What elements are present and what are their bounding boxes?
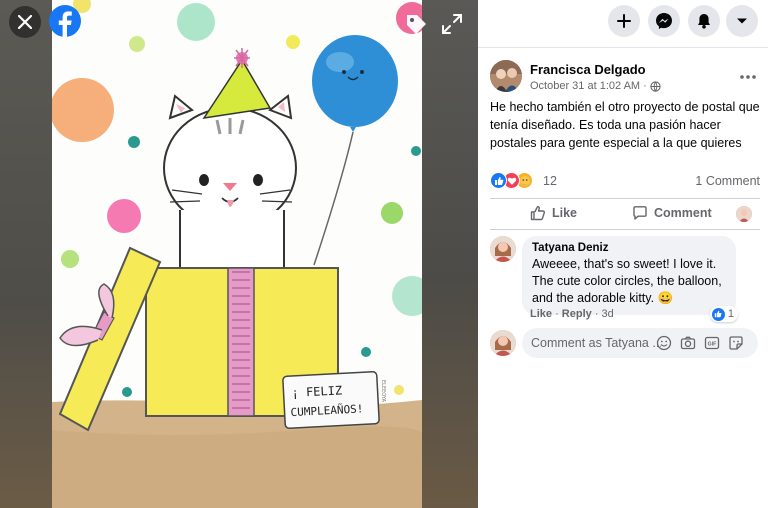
sticker-icon[interactable] (728, 335, 744, 351)
facebook-logo-icon (49, 5, 81, 37)
photo[interactable]: ¡ FELIZ CUMPLEAÑOS! ELEEOYA (52, 0, 422, 508)
messenger-button[interactable] (648, 5, 680, 37)
comment-button[interactable]: Comment (632, 205, 712, 221)
comment-reply-link[interactable]: Reply (562, 308, 592, 320)
comment-bubble: Tatyana Deniz Aweeee, that's so sweet! I… (522, 236, 738, 322)
comment-icon (633, 206, 647, 220)
comment-item: Tatyana Deniz Aweeee, that's so sweet! I… (490, 236, 760, 326)
post-actions: Like Comment (490, 198, 760, 230)
comment-input-box: GIF (522, 328, 758, 358)
artist-signature: ELEEOYA (380, 380, 386, 403)
tag-icon[interactable] (404, 12, 428, 36)
like-button[interactable]: Like (530, 205, 577, 221)
like-button-label: Like (552, 206, 578, 220)
viewer-avatar-small[interactable] (736, 206, 752, 222)
timestamp-text[interactable]: October 31 at 1:02 AM (530, 80, 640, 92)
notifications-button[interactable] (688, 5, 720, 37)
reaction-count[interactable]: 12 (543, 174, 557, 188)
reactions-summary[interactable] (490, 172, 538, 190)
post-header: Francisca Delgado October 31 at 1:02 AM … (490, 60, 760, 96)
globe-icon (650, 80, 661, 92)
postcard-illustration: ¡ FELIZ CUMPLEAÑOS! ELEEOYA (52, 0, 422, 508)
card-line1: ¡ FELIZ (291, 383, 342, 400)
caret-down-icon (737, 18, 747, 24)
commenter-avatar[interactable] (490, 236, 516, 262)
facebook-home-link[interactable] (48, 4, 82, 38)
composer-avatar[interactable] (490, 330, 516, 356)
like-reaction-icon (711, 307, 725, 321)
comment-reactions[interactable]: 1 (709, 306, 738, 322)
emoji-icon[interactable] (656, 335, 672, 351)
comment-text: Aweeee, that's so sweet! I love it. The … (532, 257, 722, 305)
more-icon (740, 75, 756, 79)
post-panel: Francisca Delgado October 31 at 1:02 AM … (478, 0, 768, 508)
comment-age[interactable]: 3d (602, 308, 614, 320)
comment-meta: Like · Reply · 3d (530, 308, 614, 320)
comment-input[interactable] (531, 336, 661, 350)
close-icon (18, 15, 32, 29)
comment-like-count: 1 (727, 308, 734, 320)
camera-icon[interactable] (680, 335, 696, 351)
top-bar (478, 0, 768, 48)
expand-button[interactable] (440, 12, 464, 36)
like-reaction-icon (490, 172, 507, 189)
author-name[interactable]: Francisca Delgado (530, 62, 646, 77)
author-avatar[interactable] (490, 60, 522, 92)
photo-backdrop-right (422, 0, 478, 508)
thumbs-up-icon (530, 205, 546, 221)
commenter-name[interactable]: Tatyana Deniz (532, 242, 726, 254)
comment-button-label: Comment (654, 206, 712, 220)
post-stats: 12 1 Comment (490, 172, 760, 190)
photo-backdrop-left (0, 0, 52, 508)
photo-viewer: ¡ FELIZ CUMPLEAÑOS! ELEEOYA (0, 0, 478, 508)
account-button[interactable] (726, 5, 758, 37)
close-button[interactable] (9, 6, 41, 38)
comment-composer: GIF (490, 328, 760, 358)
gif-icon[interactable]: GIF (704, 335, 720, 351)
create-button[interactable] (608, 5, 640, 37)
comment-count[interactable]: 1 Comment (695, 174, 760, 188)
plus-icon (617, 14, 631, 28)
post-text: He hecho también el otro proyecto de pos… (490, 100, 760, 150)
post-timestamp[interactable]: October 31 at 1:02 AM · (530, 80, 661, 92)
svg-text:GIF: GIF (708, 342, 717, 348)
bell-icon (698, 14, 710, 29)
expand-icon (442, 14, 462, 34)
post-options-button[interactable] (740, 66, 756, 84)
comment-like-link[interactable]: Like (530, 308, 552, 320)
messenger-icon (656, 13, 672, 29)
